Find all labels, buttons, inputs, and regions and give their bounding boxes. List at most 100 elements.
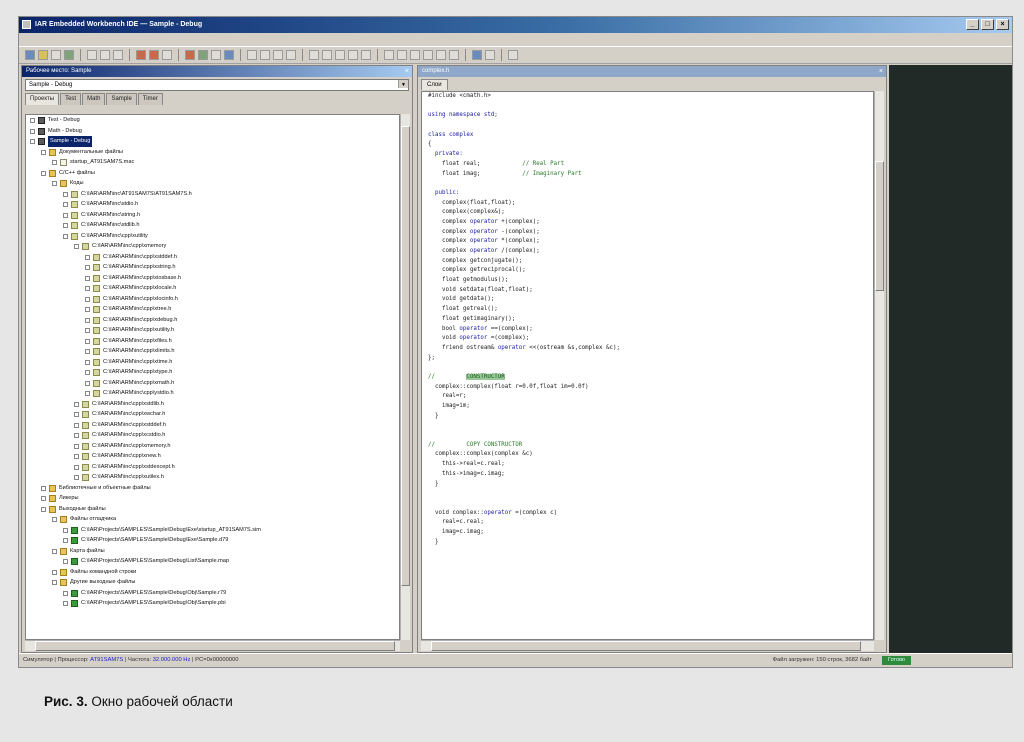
expand-icon[interactable] xyxy=(85,317,90,323)
tree-item[interactable]: Другие выходные файлы xyxy=(26,577,399,588)
expand-icon[interactable] xyxy=(74,464,79,470)
configuration-select[interactable]: Sample - Debug ▼ xyxy=(25,79,409,91)
expand-icon[interactable] xyxy=(41,506,46,512)
expand-icon[interactable] xyxy=(52,548,57,554)
expand-icon[interactable] xyxy=(30,128,35,134)
close-icon[interactable]: × xyxy=(405,66,409,77)
tree-item[interactable]: C:\IAR\ARM\inc\cpp\xstddef.h xyxy=(26,252,399,263)
tree-item[interactable]: C:\IAR\Projects\SAMPLES\Sample\Debug\Obj… xyxy=(26,588,399,599)
tab-3[interactable]: Sample xyxy=(106,93,137,105)
toolbar-icon[interactable] xyxy=(348,50,358,60)
toolbar-icon[interactable] xyxy=(472,50,482,60)
expand-icon[interactable] xyxy=(85,359,90,365)
tree-item[interactable]: Карта файлы xyxy=(26,546,399,557)
tree-item[interactable]: Math - Debug xyxy=(26,126,399,137)
tree-item[interactable]: C:\IAR\Projects\SAMPLES\Sample\Debug\Exe… xyxy=(26,525,399,536)
tree-item[interactable]: Выходные файлы xyxy=(26,504,399,515)
tab-0[interactable]: Проекты xyxy=(25,93,60,105)
undo-icon[interactable] xyxy=(136,50,146,60)
code-editor[interactable]: #include <cmath.h> using namespace std; cl… xyxy=(421,91,874,640)
tree-item[interactable]: Документальные файлы xyxy=(26,147,399,158)
expand-icon[interactable] xyxy=(52,569,57,575)
tree-item[interactable]: Test - Debug xyxy=(26,115,399,126)
expand-icon[interactable] xyxy=(63,233,68,239)
find-icon[interactable] xyxy=(162,50,172,60)
toolbar-icon[interactable] xyxy=(335,50,345,60)
tree-item[interactable]: C:\IAR\ARM\inc\cpp\xlocinfo.h xyxy=(26,294,399,305)
tree-item[interactable]: C:\IAR\ARM\inc\cpp\xstddef.h xyxy=(26,420,399,431)
tree-item[interactable]: C:\IAR\Projects\SAMPLES\Sample\Debug\Exe… xyxy=(26,535,399,546)
tree-item[interactable]: C:\IAR\ARM\inc\cpp\xmemory.h xyxy=(26,441,399,452)
expand-icon[interactable] xyxy=(85,265,90,270)
expand-icon[interactable] xyxy=(85,296,90,302)
tree-item[interactable]: C:\IAR\ARM\inc\cpp\xtree.h xyxy=(26,304,399,315)
expand-icon[interactable] xyxy=(85,338,90,344)
tree-item[interactable]: C:\IAR\ARM\inc\stdlib.h xyxy=(26,220,399,231)
expand-icon[interactable] xyxy=(52,580,57,585)
tree-item[interactable]: C:\IAR\ARM\inc\cpp\xcstdio.h xyxy=(26,430,399,441)
tree-item[interactable]: C:\IAR\ARM\inc\AT91SAM7S\AT91SAM7S.h xyxy=(26,189,399,200)
tree-item[interactable]: Файлы отладчика xyxy=(26,514,399,525)
tree-item[interactable]: C:\IAR\ARM\inc\cpp\xmemory xyxy=(26,241,399,252)
toolbar-icon[interactable] xyxy=(309,50,319,60)
tree-item[interactable]: C:\IAR\ARM\inc\cpp\xtype.h xyxy=(26,367,399,378)
debug-icon[interactable] xyxy=(224,50,234,60)
toolbar-icon[interactable] xyxy=(423,50,433,60)
toolbar-icon[interactable] xyxy=(361,50,371,60)
expand-icon[interactable] xyxy=(30,118,35,123)
tab-1[interactable]: Test xyxy=(60,93,82,105)
expand-icon[interactable] xyxy=(63,538,68,543)
expand-icon[interactable] xyxy=(85,286,90,291)
editor-vertical-scrollbar[interactable] xyxy=(874,91,884,640)
expand-icon[interactable] xyxy=(74,443,79,449)
expand-icon[interactable] xyxy=(63,601,68,606)
close-button[interactable]: × xyxy=(996,19,1009,30)
tree-item[interactable]: startup_AT91SAM7S.mac xyxy=(26,157,399,168)
tab-2[interactable]: Math xyxy=(82,93,106,105)
expand-icon[interactable] xyxy=(85,349,90,354)
expand-icon[interactable] xyxy=(63,590,68,596)
tree-item[interactable]: C:\IAR\ARM\inc\cpp\xwchar.h xyxy=(26,409,399,420)
chevron-down-icon[interactable]: ▼ xyxy=(398,80,408,88)
close-icon[interactable]: × xyxy=(879,66,883,77)
expand-icon[interactable] xyxy=(85,391,90,396)
maximize-button[interactable]: □ xyxy=(981,19,994,30)
expand-icon[interactable] xyxy=(74,433,79,438)
tree-item[interactable]: C:\IAR\ARM\inc\cpp\xdebug.h xyxy=(26,315,399,326)
expand-icon[interactable] xyxy=(85,254,90,260)
cut-icon[interactable] xyxy=(87,50,97,60)
workspace-horizontal-scrollbar[interactable] xyxy=(25,640,400,651)
expand-icon[interactable] xyxy=(63,191,68,197)
tree-item[interactable]: C:\IAR\Projects\SAMPLES\Sample\Debug\Obj… xyxy=(26,598,399,609)
step-into-icon[interactable] xyxy=(273,50,283,60)
tab-editor-file[interactable]: Слои xyxy=(421,79,448,90)
tree-item[interactable]: C:\IAR\ARM\inc\cpp\xutility.h xyxy=(26,325,399,336)
redo-icon[interactable] xyxy=(149,50,159,60)
tree-item[interactable]: C:\IAR\ARM\inc\cpp\xfiles.h xyxy=(26,336,399,347)
tree-item[interactable]: Ликеры xyxy=(26,493,399,504)
tree-item[interactable]: Файлы командной строки xyxy=(26,567,399,578)
toolbar-icon[interactable] xyxy=(410,50,420,60)
toolbar-icon[interactable] xyxy=(508,50,518,60)
expand-icon[interactable] xyxy=(63,559,68,564)
tree-item[interactable]: C/C++ файлы xyxy=(26,168,399,179)
expand-icon[interactable] xyxy=(74,244,79,249)
new-file-icon[interactable] xyxy=(25,50,35,60)
tree-item[interactable]: C:\IAR\Projects\SAMPLES\Sample\Debug\Lis… xyxy=(26,556,399,567)
expand-icon[interactable] xyxy=(85,307,90,312)
expand-icon[interactable] xyxy=(41,170,46,176)
expand-icon[interactable] xyxy=(85,380,90,386)
expand-icon[interactable] xyxy=(85,275,90,281)
workspace-vertical-scrollbar[interactable] xyxy=(400,114,410,640)
tree-item[interactable]: C:\IAR\ARM\inc\cpp\xnew.h xyxy=(26,451,399,462)
tree-item[interactable]: C:\IAR\ARM\inc\string.h xyxy=(26,210,399,221)
expand-icon[interactable] xyxy=(30,139,35,144)
minimize-button[interactable]: _ xyxy=(966,19,979,30)
expand-icon[interactable] xyxy=(52,160,57,165)
expand-icon[interactable] xyxy=(85,370,90,375)
tree-item[interactable]: C:\IAR\ARM\inc\cpp\ystdio.h xyxy=(26,388,399,399)
tree-item[interactable]: C:\IAR\ARM\inc\cpp\xstdexcept.h xyxy=(26,462,399,473)
tree-item[interactable]: C:\IAR\ARM\inc\stdio.h xyxy=(26,199,399,210)
open-file-icon[interactable] xyxy=(38,50,48,60)
expand-icon[interactable] xyxy=(52,181,57,186)
